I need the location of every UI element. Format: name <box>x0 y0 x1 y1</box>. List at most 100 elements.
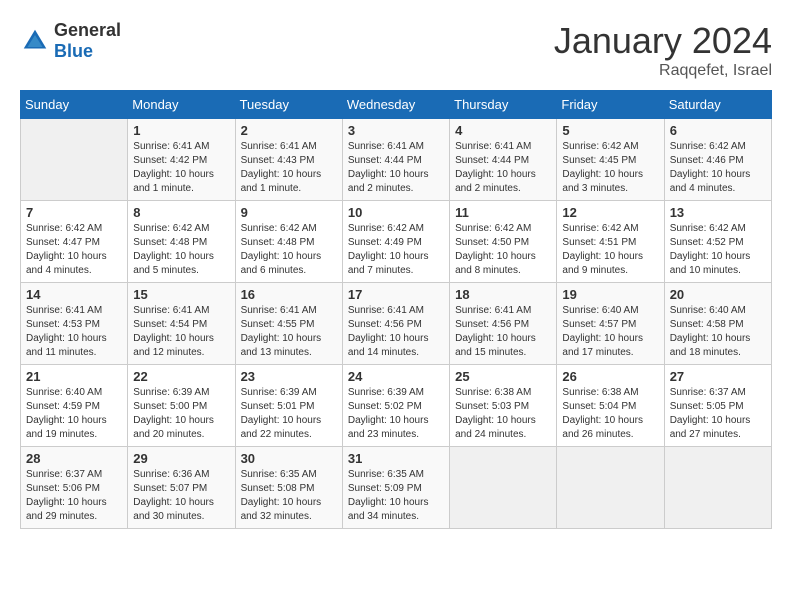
day-number: 1 <box>133 123 229 138</box>
logo: General Blue <box>20 20 121 62</box>
calendar-cell: 29 Sunrise: 6:36 AMSunset: 5:07 PMDaylig… <box>128 447 235 529</box>
calendar-week-3: 14 Sunrise: 6:41 AMSunset: 4:53 PMDaylig… <box>21 283 772 365</box>
day-detail: Sunrise: 6:35 AMSunset: 5:09 PMDaylight:… <box>348 469 429 522</box>
calendar-cell: 18 Sunrise: 6:41 AMSunset: 4:56 PMDaylig… <box>450 283 557 365</box>
calendar-body: 1 Sunrise: 6:41 AMSunset: 4:42 PMDayligh… <box>21 119 772 529</box>
day-detail: Sunrise: 6:41 AMSunset: 4:42 PMDaylight:… <box>133 141 214 194</box>
day-detail: Sunrise: 6:39 AMSunset: 5:02 PMDaylight:… <box>348 387 429 440</box>
day-detail: Sunrise: 6:41 AMSunset: 4:54 PMDaylight:… <box>133 305 214 358</box>
day-number: 14 <box>26 287 122 302</box>
day-number: 21 <box>26 369 122 384</box>
calendar-cell: 7 Sunrise: 6:42 AMSunset: 4:47 PMDayligh… <box>21 201 128 283</box>
day-number: 11 <box>455 205 551 220</box>
calendar-cell: 25 Sunrise: 6:38 AMSunset: 5:03 PMDaylig… <box>450 365 557 447</box>
day-detail: Sunrise: 6:42 AMSunset: 4:48 PMDaylight:… <box>133 223 214 276</box>
day-number: 16 <box>241 287 337 302</box>
calendar-cell: 20 Sunrise: 6:40 AMSunset: 4:58 PMDaylig… <box>664 283 771 365</box>
calendar-cell: 22 Sunrise: 6:39 AMSunset: 5:00 PMDaylig… <box>128 365 235 447</box>
day-number: 9 <box>241 205 337 220</box>
calendar-cell: 11 Sunrise: 6:42 AMSunset: 4:50 PMDaylig… <box>450 201 557 283</box>
day-detail: Sunrise: 6:36 AMSunset: 5:07 PMDaylight:… <box>133 469 214 522</box>
day-detail: Sunrise: 6:37 AMSunset: 5:05 PMDaylight:… <box>670 387 751 440</box>
day-detail: Sunrise: 6:41 AMSunset: 4:44 PMDaylight:… <box>455 141 536 194</box>
day-number: 25 <box>455 369 551 384</box>
day-header-thursday: Thursday <box>450 91 557 119</box>
calendar-week-2: 7 Sunrise: 6:42 AMSunset: 4:47 PMDayligh… <box>21 201 772 283</box>
day-header-tuesday: Tuesday <box>235 91 342 119</box>
day-detail: Sunrise: 6:42 AMSunset: 4:49 PMDaylight:… <box>348 223 429 276</box>
calendar-cell: 19 Sunrise: 6:40 AMSunset: 4:57 PMDaylig… <box>557 283 664 365</box>
calendar-cell: 14 Sunrise: 6:41 AMSunset: 4:53 PMDaylig… <box>21 283 128 365</box>
logo-text-general: General <box>54 20 121 40</box>
day-number: 26 <box>562 369 658 384</box>
day-header-friday: Friday <box>557 91 664 119</box>
calendar-cell: 31 Sunrise: 6:35 AMSunset: 5:09 PMDaylig… <box>342 447 449 529</box>
day-detail: Sunrise: 6:40 AMSunset: 4:57 PMDaylight:… <box>562 305 643 358</box>
day-number: 23 <box>241 369 337 384</box>
calendar-table: SundayMondayTuesdayWednesdayThursdayFrid… <box>20 90 772 529</box>
day-detail: Sunrise: 6:42 AMSunset: 4:46 PMDaylight:… <box>670 141 751 194</box>
day-number: 31 <box>348 451 444 466</box>
page-header: General Blue January 2024 Raqqefet, Isra… <box>20 20 772 80</box>
day-number: 22 <box>133 369 229 384</box>
day-detail: Sunrise: 6:41 AMSunset: 4:55 PMDaylight:… <box>241 305 322 358</box>
day-detail: Sunrise: 6:42 AMSunset: 4:52 PMDaylight:… <box>670 223 751 276</box>
calendar-cell: 1 Sunrise: 6:41 AMSunset: 4:42 PMDayligh… <box>128 119 235 201</box>
calendar-cell: 3 Sunrise: 6:41 AMSunset: 4:44 PMDayligh… <box>342 119 449 201</box>
day-number: 15 <box>133 287 229 302</box>
day-header-saturday: Saturday <box>664 91 771 119</box>
day-detail: Sunrise: 6:40 AMSunset: 4:58 PMDaylight:… <box>670 305 751 358</box>
day-number: 12 <box>562 205 658 220</box>
logo-text-blue: Blue <box>54 41 93 61</box>
day-detail: Sunrise: 6:42 AMSunset: 4:51 PMDaylight:… <box>562 223 643 276</box>
title-block: January 2024 Raqqefet, Israel <box>554 20 772 80</box>
day-number: 2 <box>241 123 337 138</box>
calendar-cell: 17 Sunrise: 6:41 AMSunset: 4:56 PMDaylig… <box>342 283 449 365</box>
day-detail: Sunrise: 6:42 AMSunset: 4:48 PMDaylight:… <box>241 223 322 276</box>
calendar-cell: 5 Sunrise: 6:42 AMSunset: 4:45 PMDayligh… <box>557 119 664 201</box>
calendar-cell: 28 Sunrise: 6:37 AMSunset: 5:06 PMDaylig… <box>21 447 128 529</box>
calendar-title: January 2024 <box>554 20 772 62</box>
day-detail: Sunrise: 6:38 AMSunset: 5:04 PMDaylight:… <box>562 387 643 440</box>
calendar-cell <box>557 447 664 529</box>
calendar-cell: 8 Sunrise: 6:42 AMSunset: 4:48 PMDayligh… <box>128 201 235 283</box>
day-number: 29 <box>133 451 229 466</box>
day-detail: Sunrise: 6:35 AMSunset: 5:08 PMDaylight:… <box>241 469 322 522</box>
day-detail: Sunrise: 6:41 AMSunset: 4:44 PMDaylight:… <box>348 141 429 194</box>
day-header-sunday: Sunday <box>21 91 128 119</box>
calendar-cell: 6 Sunrise: 6:42 AMSunset: 4:46 PMDayligh… <box>664 119 771 201</box>
day-number: 28 <box>26 451 122 466</box>
day-number: 10 <box>348 205 444 220</box>
calendar-cell: 13 Sunrise: 6:42 AMSunset: 4:52 PMDaylig… <box>664 201 771 283</box>
calendar-cell <box>450 447 557 529</box>
calendar-cell: 21 Sunrise: 6:40 AMSunset: 4:59 PMDaylig… <box>21 365 128 447</box>
day-header-monday: Monday <box>128 91 235 119</box>
day-detail: Sunrise: 6:42 AMSunset: 4:47 PMDaylight:… <box>26 223 107 276</box>
calendar-week-4: 21 Sunrise: 6:40 AMSunset: 4:59 PMDaylig… <box>21 365 772 447</box>
day-detail: Sunrise: 6:38 AMSunset: 5:03 PMDaylight:… <box>455 387 536 440</box>
day-detail: Sunrise: 6:39 AMSunset: 5:00 PMDaylight:… <box>133 387 214 440</box>
day-number: 19 <box>562 287 658 302</box>
calendar-cell: 24 Sunrise: 6:39 AMSunset: 5:02 PMDaylig… <box>342 365 449 447</box>
day-number: 5 <box>562 123 658 138</box>
calendar-week-5: 28 Sunrise: 6:37 AMSunset: 5:06 PMDaylig… <box>21 447 772 529</box>
calendar-cell <box>664 447 771 529</box>
day-number: 6 <box>670 123 766 138</box>
calendar-cell: 27 Sunrise: 6:37 AMSunset: 5:05 PMDaylig… <box>664 365 771 447</box>
day-detail: Sunrise: 6:41 AMSunset: 4:53 PMDaylight:… <box>26 305 107 358</box>
calendar-cell: 16 Sunrise: 6:41 AMSunset: 4:55 PMDaylig… <box>235 283 342 365</box>
day-number: 20 <box>670 287 766 302</box>
day-header-wednesday: Wednesday <box>342 91 449 119</box>
day-detail: Sunrise: 6:39 AMSunset: 5:01 PMDaylight:… <box>241 387 322 440</box>
calendar-header-row: SundayMondayTuesdayWednesdayThursdayFrid… <box>21 91 772 119</box>
day-number: 17 <box>348 287 444 302</box>
day-number: 13 <box>670 205 766 220</box>
day-detail: Sunrise: 6:37 AMSunset: 5:06 PMDaylight:… <box>26 469 107 522</box>
logo-icon <box>20 26 50 56</box>
calendar-cell: 10 Sunrise: 6:42 AMSunset: 4:49 PMDaylig… <box>342 201 449 283</box>
day-number: 30 <box>241 451 337 466</box>
day-number: 3 <box>348 123 444 138</box>
calendar-cell: 12 Sunrise: 6:42 AMSunset: 4:51 PMDaylig… <box>557 201 664 283</box>
calendar-cell: 23 Sunrise: 6:39 AMSunset: 5:01 PMDaylig… <box>235 365 342 447</box>
day-detail: Sunrise: 6:41 AMSunset: 4:56 PMDaylight:… <box>455 305 536 358</box>
